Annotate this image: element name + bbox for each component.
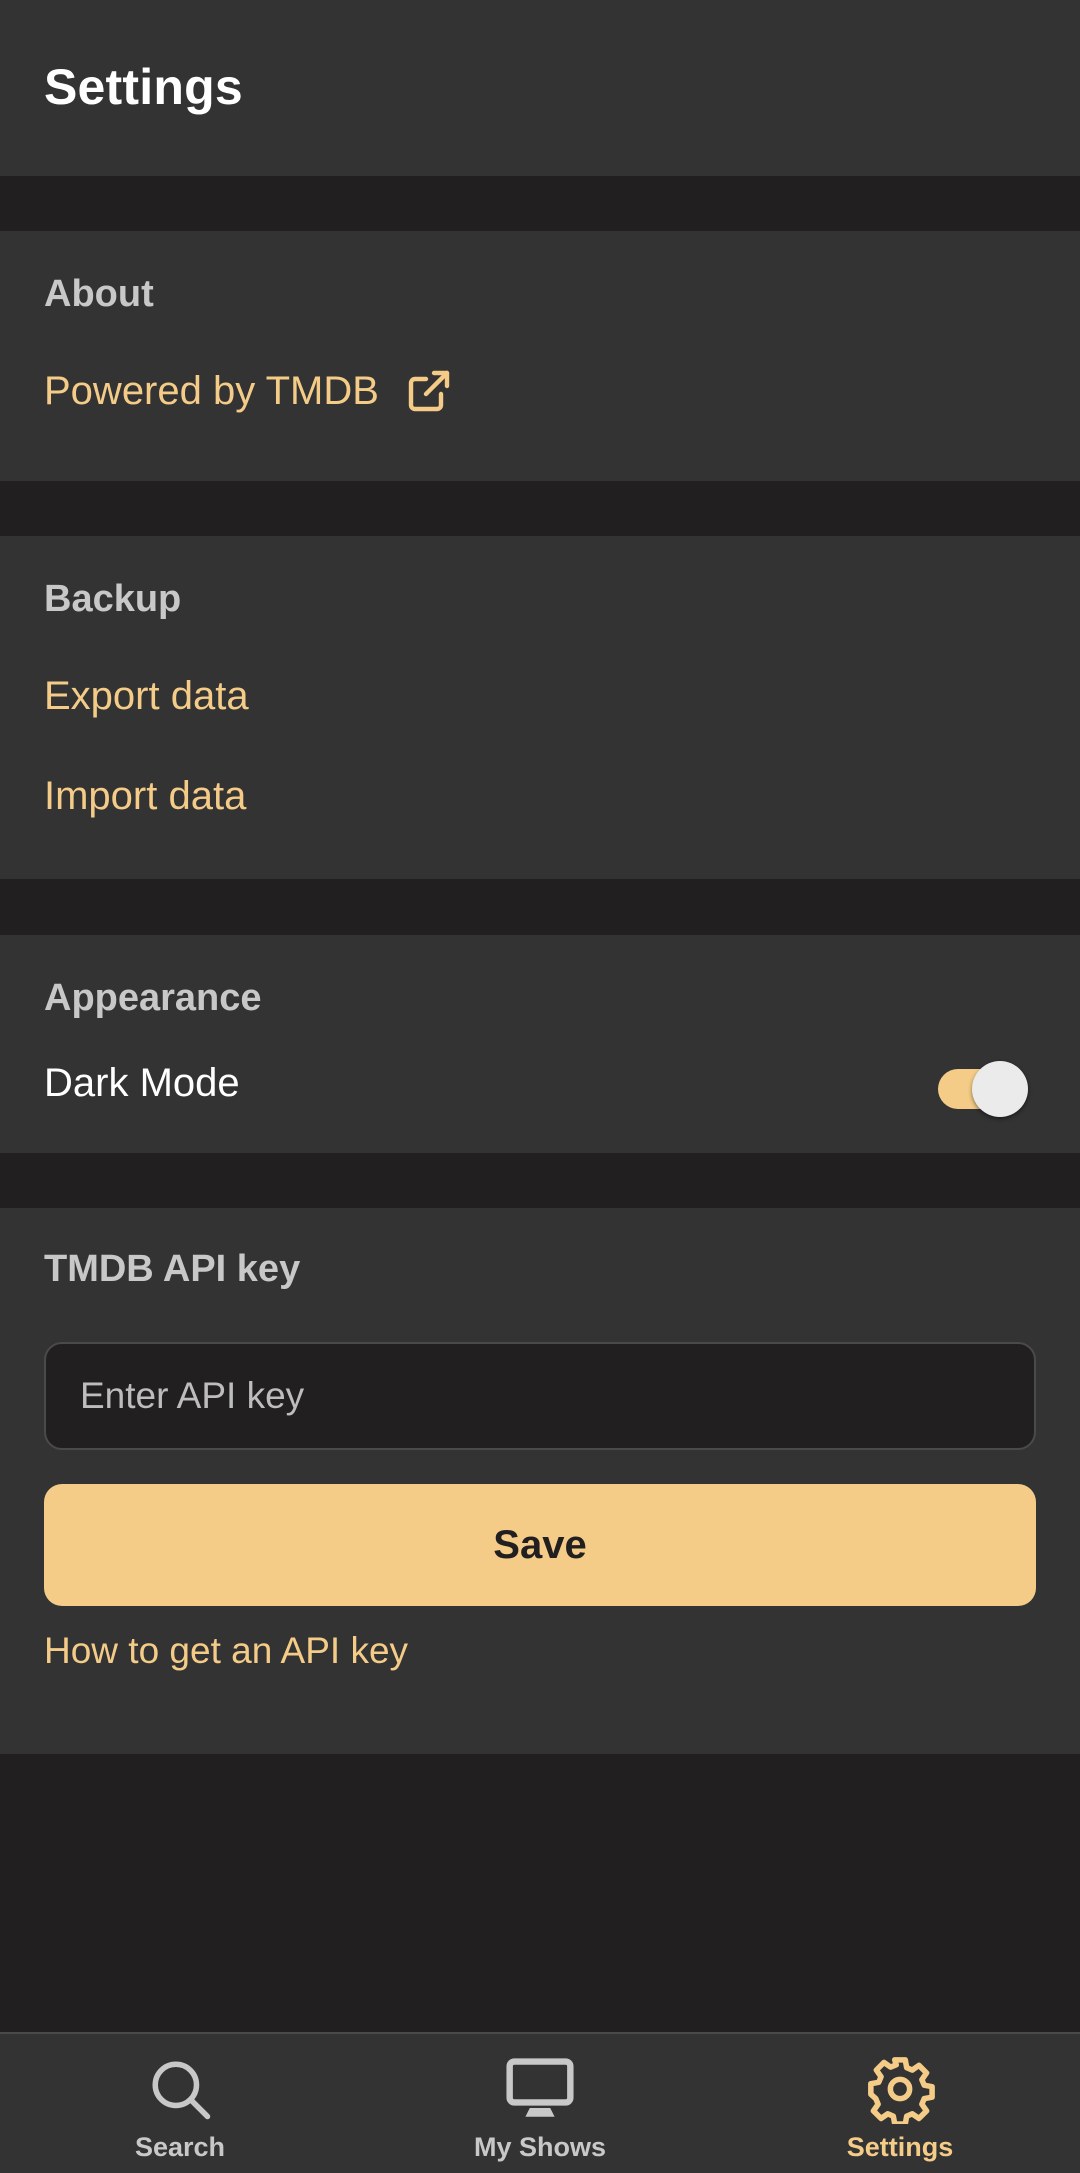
app-header: Settings [0,0,1080,176]
toggle-thumb [972,1061,1028,1117]
nav-item-my-shows[interactable]: My Shows [360,2034,720,2173]
appearance-section-title: Appearance [44,977,262,1019]
settings-screen: Settings About Powered by TMDB Backup Ex… [0,0,1080,2173]
powered-by-tmdb-link[interactable]: Powered by TMDB [44,367,453,415]
appearance-section: Appearance Dark Mode [0,935,1080,1153]
search-icon [145,2054,215,2124]
api-key-section: TMDB API key How to get an API key [0,1208,1080,1754]
backup-section: Backup Export data Import data [0,536,1080,879]
external-link-icon [405,367,453,415]
api-key-input[interactable] [44,1342,1036,1450]
api-key-help-link[interactable]: How to get an API key [44,1630,408,1672]
powered-by-tmdb-label: Powered by TMDB [44,368,379,413]
dark-mode-label: Dark Mode [44,1061,240,1105]
api-key-section-title: TMDB API key [44,1248,301,1290]
nav-item-label: Settings [846,2132,954,2162]
nav-item-search[interactable]: Search [0,2034,360,2173]
monitor-icon [505,2054,575,2124]
nav-item-settings[interactable]: Settings [720,2034,1080,2173]
dark-mode-toggle[interactable] [938,1061,1030,1119]
import-data-link[interactable]: Import data [44,774,246,819]
save-button[interactable]: Save [44,1484,1036,1606]
nav-item-label: My Shows [473,2132,607,2162]
about-section-title: About [44,273,154,315]
backup-section-title: Backup [44,578,182,620]
gear-icon [865,2054,935,2124]
about-section: About Powered by TMDB [0,231,1080,481]
nav-item-label: Search [134,2132,226,2162]
export-data-link[interactable]: Export data [44,674,249,719]
bottom-navigation: Search My Shows Settings [0,2032,1080,2173]
page-title: Settings [44,59,243,115]
